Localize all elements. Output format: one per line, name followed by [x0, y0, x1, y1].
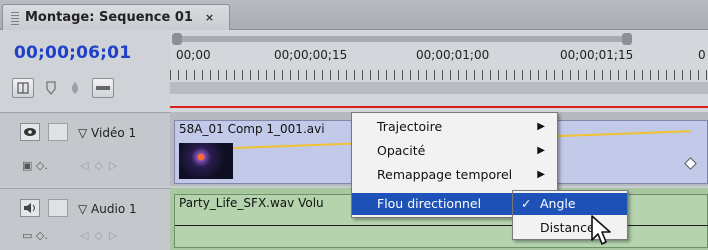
ruler-label: 00;00;00;15 — [274, 48, 348, 62]
speaker-icon[interactable] — [20, 199, 40, 217]
menu-item-label: Trajectoire — [377, 119, 443, 134]
ruler-label: 00;00 — [176, 48, 211, 62]
timeline-controls: 00;00;06;01 — [0, 30, 170, 112]
submenu-item-label: Angle — [540, 196, 576, 211]
audio-track-header: ▽ Audio 1 ▭ ◇. ◁◇▷ — [0, 188, 170, 250]
cursor-icon — [591, 215, 611, 245]
video-track-header: ▽ Vidéo 1 ▣ ◇. ◁◇▷ — [0, 112, 170, 186]
eye-icon[interactable] — [20, 123, 40, 141]
zoom-handle-right[interactable] — [622, 33, 632, 45]
menu-item-remappage-temporel[interactable]: Remappage temporel ▶ — [352, 164, 557, 186]
menu-item-opacite[interactable]: Opacité ▶ — [352, 140, 557, 162]
video-track-name[interactable]: ▽ Vidéo 1 — [78, 126, 136, 140]
submenu-item-angle[interactable]: ✓ Angle — [513, 193, 627, 215]
keyframe-nav-icons[interactable]: ◁◇▷ — [80, 229, 123, 242]
sequence-tab[interactable]: Montage: Sequence 01 × — [2, 4, 230, 30]
clip-thumbnail — [179, 143, 233, 179]
track-height-button[interactable] — [92, 78, 114, 98]
current-timecode[interactable]: 00;00;06;01 — [14, 43, 131, 63]
work-area-bar[interactable] — [170, 82, 708, 94]
drop-icon — [71, 82, 79, 94]
audio-track-name[interactable]: ▽ Audio 1 — [78, 202, 137, 216]
submenu-item-label: Distance — [540, 220, 595, 235]
audio-clip-name: Party_Life_SFX.wav — [179, 196, 295, 210]
keyframe-nav-icons[interactable]: ◁◇▷ — [80, 159, 123, 172]
ruler-label: 0 — [698, 48, 706, 62]
zoom-handle-left[interactable] — [172, 33, 182, 45]
menu-item-label: Flou directionnel — [377, 196, 482, 211]
marker-button[interactable] — [40, 78, 62, 98]
collapse-triangle-icon[interactable]: ▽ — [78, 202, 91, 216]
ruler-ticks — [170, 70, 708, 80]
menu-item-label: Remappage temporel — [377, 167, 513, 182]
menu-item-label: Opacité — [377, 143, 426, 158]
volume-line[interactable] — [175, 225, 708, 226]
close-icon[interactable]: × — [205, 11, 214, 24]
zoom-scrollbar[interactable] — [172, 33, 632, 45]
ruler-label: 00;00;01;15 — [560, 48, 634, 62]
render-bar — [170, 106, 708, 108]
panel-tab-bar: Montage: Sequence 01 × — [0, 0, 708, 30]
video-track-label: Vidéo 1 — [91, 126, 137, 140]
shield-icon — [46, 81, 56, 96]
lock-toggle[interactable] — [48, 199, 68, 217]
ruler-label: 00;00;01;00 — [416, 48, 490, 62]
lock-toggle[interactable] — [48, 123, 68, 141]
audio-clip-label: Party_Life_SFX.wav Volu — [179, 196, 324, 210]
snap-icon — [17, 82, 29, 94]
audio-clip-suffix: Volu — [298, 196, 324, 210]
video-clip-name: 58A_01 Comp 1_001.avi — [179, 122, 325, 136]
collapse-triangle-icon[interactable]: ▽ — [78, 126, 91, 140]
submenu-arrow-icon: ▶ — [537, 169, 545, 180]
submenu-arrow-icon: ▶ — [537, 145, 545, 156]
submenu-arrow-icon: ▶ — [537, 121, 545, 132]
time-ruler[interactable]: 00;00 00;00;00;15 00;00;01;00 00;00;01;1… — [170, 30, 708, 112]
snap-button[interactable] — [12, 78, 34, 98]
audio-track-label: Audio 1 — [91, 202, 137, 216]
tab-title: Montage: Sequence 01 — [25, 10, 193, 25]
grip-icon[interactable] — [11, 10, 19, 25]
check-icon: ✓ — [521, 196, 532, 211]
keyframe-marker[interactable] — [684, 157, 697, 170]
display-style-icon[interactable]: ▭ ◇. — [22, 229, 48, 242]
track-height-icon — [96, 86, 110, 90]
menu-item-trajectoire[interactable]: Trajectoire ▶ — [352, 116, 557, 138]
keyframe-button[interactable] — [64, 78, 86, 98]
display-style-icon[interactable]: ▣ ◇. — [22, 159, 48, 172]
